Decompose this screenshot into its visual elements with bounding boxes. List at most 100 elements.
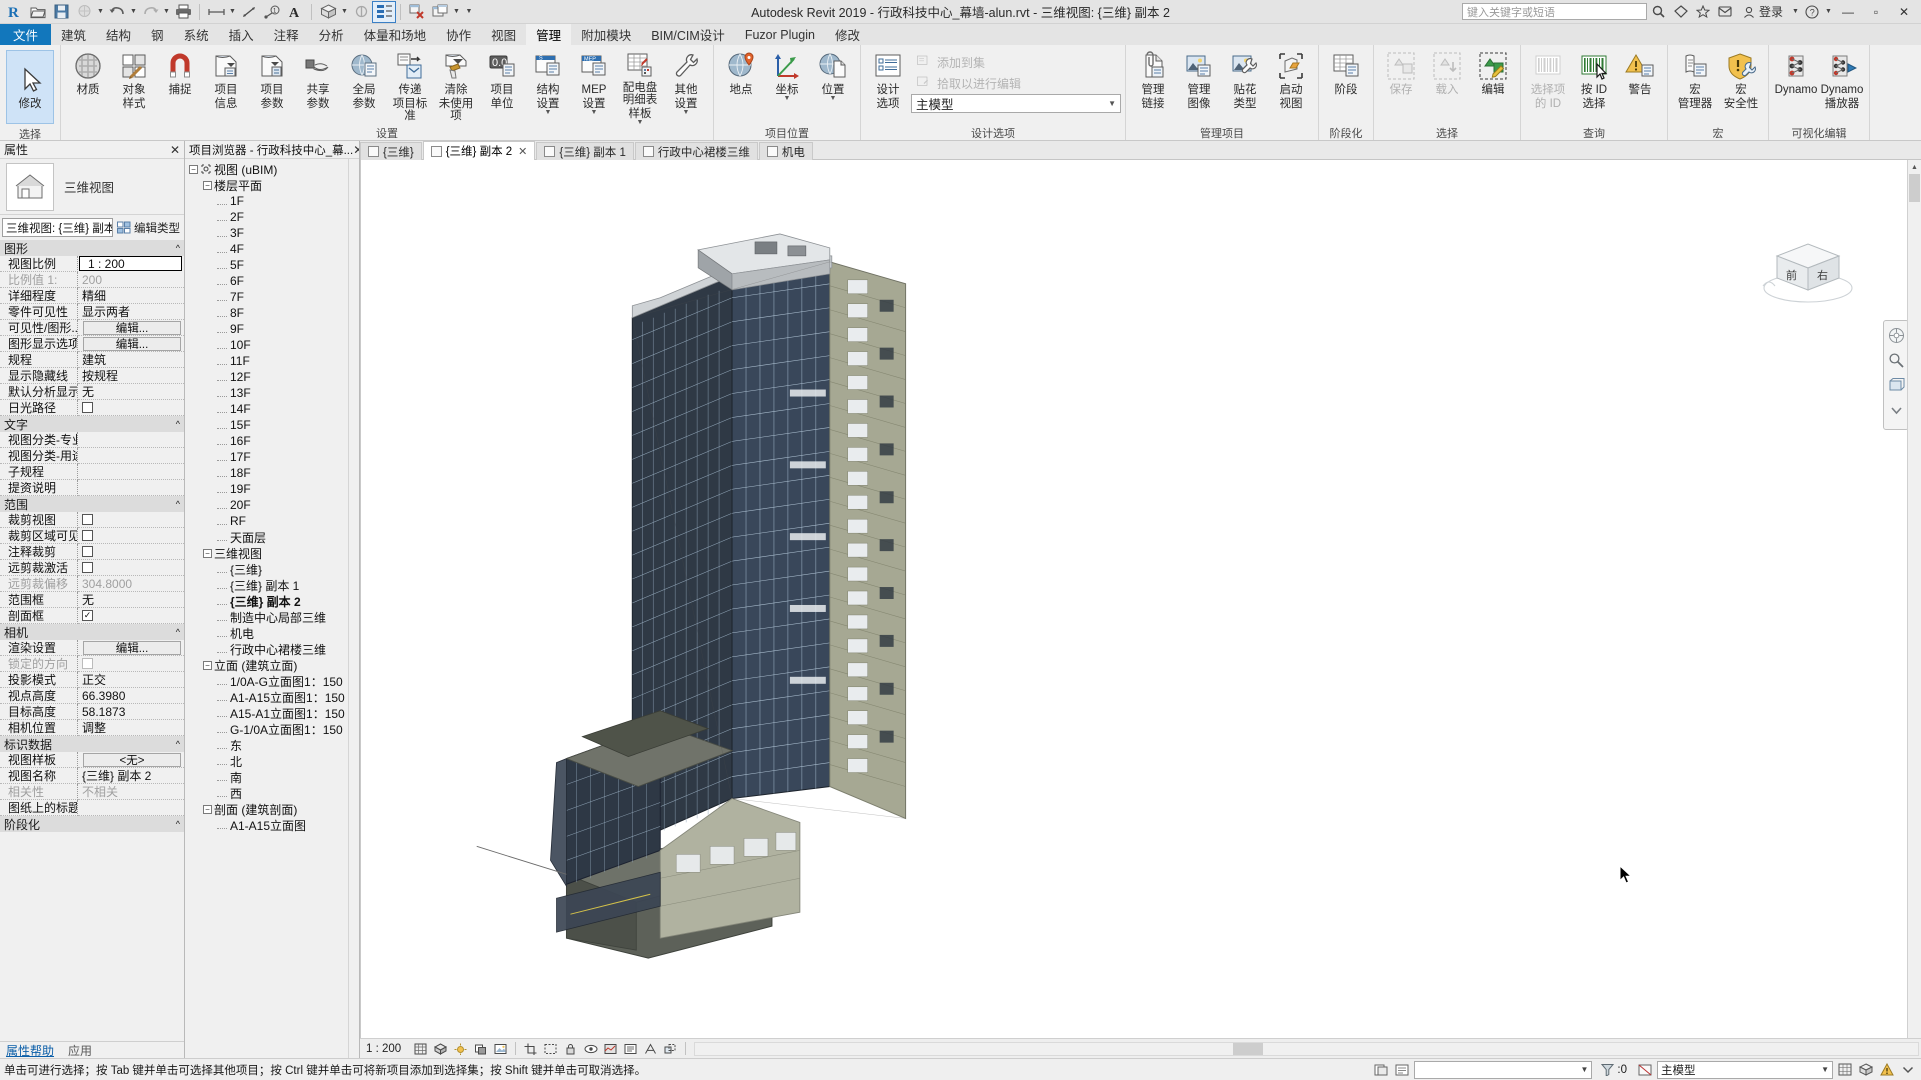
grid-view-icon[interactable] bbox=[1836, 1061, 1854, 1079]
tree-node[interactable]: 17F bbox=[185, 449, 359, 465]
detail-level-icon[interactable] bbox=[412, 1041, 429, 1057]
tree-node[interactable]: 南 bbox=[185, 769, 359, 785]
visual-style-icon[interactable] bbox=[432, 1041, 449, 1057]
text-icon[interactable]: A bbox=[284, 2, 306, 22]
snaps-button[interactable]: 捕捉 bbox=[157, 48, 203, 122]
additional-settings-button-dropdown-icon[interactable]: ▼ bbox=[683, 109, 690, 116]
location-button[interactable]: 地点 bbox=[718, 48, 764, 122]
property-group-header[interactable]: 文字 ^ bbox=[0, 416, 184, 432]
select-by-id-button[interactable]: 按 ID 选择 bbox=[1571, 48, 1617, 122]
property-checkbox[interactable] bbox=[82, 402, 93, 413]
tree-node[interactable]: 6F bbox=[185, 273, 359, 289]
thin-lines-icon[interactable] bbox=[372, 0, 396, 23]
open-icon[interactable] bbox=[27, 2, 49, 22]
property-checkbox[interactable] bbox=[82, 658, 93, 669]
tree-node[interactable]: 12F bbox=[185, 369, 359, 385]
tree-node[interactable]: 19F bbox=[185, 481, 359, 497]
pan-zoom-icon[interactable] bbox=[1886, 350, 1906, 370]
show-crop-region-icon[interactable] bbox=[542, 1041, 559, 1057]
lock-3d-view-icon[interactable] bbox=[562, 1041, 579, 1057]
tree-node[interactable]: G-1/0A立面图1：150 bbox=[185, 721, 359, 737]
canvas-vertical-scrollbar[interactable]: ▲ bbox=[1907, 160, 1921, 1038]
property-value[interactable]: 显示两者 bbox=[78, 304, 184, 320]
decal-types-button[interactable]: 贴花 类型 bbox=[1222, 48, 1268, 122]
property-checkbox[interactable] bbox=[82, 562, 93, 573]
property-value[interactable] bbox=[78, 464, 184, 480]
aligned-dimension-icon[interactable] bbox=[238, 2, 260, 22]
close-button[interactable]: ✕ bbox=[1891, 1, 1917, 23]
tree-node[interactable]: 4F bbox=[185, 241, 359, 257]
help-icon[interactable]: ? bbox=[1802, 2, 1822, 21]
structural-settings-button-dropdown-icon[interactable]: ▼ bbox=[545, 109, 552, 116]
tree-toggle-icon[interactable]: − bbox=[203, 660, 212, 670]
shadows-icon[interactable] bbox=[472, 1041, 489, 1057]
project-browser-tree[interactable]: − 视图 (uBIM) − 楼层平面 1F 2F 3F 4F 5F 6F 7F 8F 9F 10F 11F 1… bbox=[185, 159, 359, 1058]
expand-status-icon[interactable] bbox=[1899, 1061, 1917, 1079]
position-button[interactable]: 位置 ▼ bbox=[810, 48, 856, 122]
orbit-icon[interactable] bbox=[1886, 375, 1906, 395]
customize-qat-icon[interactable]: ▼ bbox=[462, 2, 476, 22]
print-icon[interactable] bbox=[172, 2, 194, 22]
measure-icon[interactable] bbox=[205, 2, 227, 22]
save-as-dropdown-icon[interactable]: ▼ bbox=[96, 2, 105, 22]
ribbon-tab-5[interactable]: 注释 bbox=[264, 24, 309, 45]
selection-filter-dropdown[interactable]: ▼ bbox=[1414, 1060, 1593, 1079]
property-checkbox[interactable] bbox=[82, 530, 93, 541]
tree-node[interactable]: 18F bbox=[185, 465, 359, 481]
tree-node[interactable]: {三维} bbox=[185, 561, 359, 577]
view-tab-0[interactable]: {三维} bbox=[360, 142, 422, 160]
ribbon-tab-6[interactable]: 分析 bbox=[309, 24, 354, 45]
property-value[interactable] bbox=[78, 432, 184, 448]
minimize-button[interactable]: — bbox=[1835, 1, 1861, 23]
tree-node[interactable]: A15-A1立面图1：150 bbox=[185, 705, 359, 721]
tree-node[interactable]: 东 bbox=[185, 737, 359, 753]
chevron-down-icon[interactable]: ▼ bbox=[1580, 1065, 1588, 1074]
account-dropdown-icon[interactable]: ▼ bbox=[1791, 2, 1800, 22]
collapse-icon[interactable]: ^ bbox=[176, 499, 180, 509]
project-information-button[interactable]: 项目 信息 bbox=[203, 48, 249, 122]
property-value[interactable]: 不相关 bbox=[78, 784, 184, 800]
tree-node[interactable]: 行政中心裙楼三维 bbox=[185, 641, 359, 657]
macro-security-button[interactable]: 宏安全性 bbox=[1718, 48, 1764, 122]
edit-selection-button[interactable]: 编辑 bbox=[1470, 48, 1516, 122]
properties-close-icon[interactable]: ✕ bbox=[170, 143, 180, 157]
property-checkbox[interactable]: ✓ bbox=[82, 610, 93, 621]
view-cube[interactable]: 前 右 bbox=[1753, 216, 1863, 311]
close-hidden-windows-icon[interactable] bbox=[406, 2, 428, 22]
ribbon-tab-7[interactable]: 体量和场地 bbox=[354, 24, 437, 45]
view-tab-2[interactable]: {三维} 副本 1 bbox=[536, 142, 634, 160]
tree-node[interactable]: − 立面 (建筑立面) bbox=[185, 657, 359, 673]
tree-node[interactable]: A1-A15立面图1：150 bbox=[185, 689, 359, 705]
property-value[interactable]: 304.8000 bbox=[78, 576, 184, 592]
default-3d-view-dropdown-icon[interactable]: ▼ bbox=[340, 2, 349, 22]
tree-node[interactable]: 7F bbox=[185, 289, 359, 305]
navigation-bar[interactable] bbox=[1883, 320, 1909, 430]
tree-node[interactable]: 北 bbox=[185, 753, 359, 769]
structural-settings-button[interactable]: S 结构 设置 ▼ bbox=[525, 48, 571, 122]
property-value[interactable] bbox=[78, 480, 184, 496]
measure-dropdown-icon[interactable]: ▼ bbox=[228, 2, 237, 22]
tree-node[interactable]: 10F bbox=[185, 337, 359, 353]
exclude-options-icon[interactable] bbox=[1636, 1061, 1654, 1079]
sun-path-icon[interactable] bbox=[452, 1041, 469, 1057]
view-tab-1[interactable]: {三维} 副本 2 ✕ bbox=[422, 141, 536, 160]
dynamo-button[interactable]: Dynamo bbox=[1773, 48, 1819, 122]
ribbon-tab-13[interactable]: Fuzor Plugin bbox=[735, 24, 825, 45]
collapse-icon[interactable]: ^ bbox=[176, 739, 180, 749]
tree-node[interactable]: 天面层 bbox=[185, 529, 359, 545]
global-parameters-button[interactable]: 全局 参数 bbox=[341, 48, 387, 122]
property-edit-button[interactable]: 编辑... bbox=[83, 336, 181, 351]
warnings-button[interactable]: 警告 bbox=[1617, 48, 1663, 122]
worksets-icon[interactable] bbox=[1372, 1061, 1390, 1079]
collapse-icon[interactable]: ^ bbox=[176, 627, 180, 637]
tree-node[interactable]: 20F bbox=[185, 497, 359, 513]
ribbon-tab-10[interactable]: 管理 bbox=[526, 24, 572, 45]
ribbon-tab-1[interactable]: 结构 bbox=[96, 24, 141, 45]
property-value[interactable]: 调整 bbox=[78, 720, 184, 736]
tree-toggle-icon[interactable]: − bbox=[203, 548, 212, 558]
manage-images-button[interactable]: 管理 图像 bbox=[1176, 48, 1222, 122]
property-value[interactable]: 无 bbox=[78, 592, 184, 608]
ribbon-tab-2[interactable]: 钢 bbox=[141, 24, 174, 45]
view-tab-4[interactable]: 机电 bbox=[758, 142, 813, 160]
tree-node[interactable]: 11F bbox=[185, 353, 359, 369]
